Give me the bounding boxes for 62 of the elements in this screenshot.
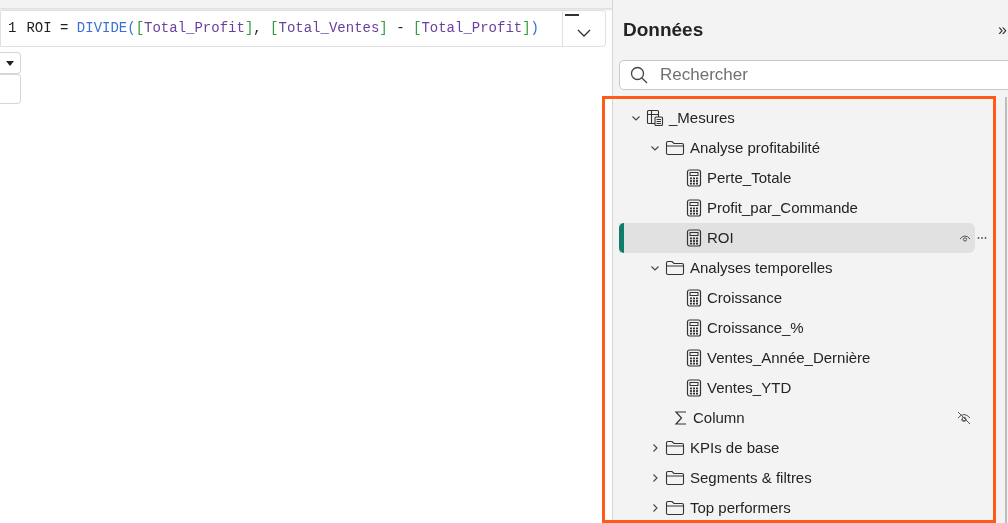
tree-item[interactable]: Ventes_Année_Dernière <box>619 343 975 373</box>
eye-off-icon[interactable] <box>956 411 972 425</box>
scrollbar[interactable] <box>1005 97 1007 523</box>
chevron-icon[interactable] <box>650 443 660 453</box>
calculator-icon <box>686 289 702 307</box>
item-label: Profit_par_Commande <box>707 197 858 218</box>
eye-icon[interactable] <box>959 233 971 243</box>
folder-icon <box>665 470 685 486</box>
tree-item[interactable]: Profit_par_Commande <box>619 193 975 223</box>
item-label: Ventes_YTD <box>707 377 792 398</box>
chevron-icon[interactable] <box>650 143 660 153</box>
folder-icon <box>665 500 685 516</box>
tree-item[interactable]: Column <box>619 403 975 433</box>
tree-item[interactable]: KPIs de base <box>619 433 975 463</box>
calculator-icon <box>686 229 702 247</box>
more-icon[interactable] <box>977 236 987 240</box>
dropdown-button[interactable] <box>0 52 21 74</box>
tree-item[interactable]: Segments & filtres <box>619 463 975 493</box>
chevron-icon[interactable] <box>650 473 660 483</box>
folder-icon <box>665 260 685 276</box>
chevron-icon[interactable] <box>631 113 641 123</box>
tree-item[interactable]: Croissance <box>619 283 975 313</box>
table-calculator-icon <box>646 109 664 127</box>
tree-item[interactable]: Analyse profitabilité <box>619 133 975 163</box>
chevron-down-icon <box>577 28 591 37</box>
sigma-icon <box>674 410 688 426</box>
line-number: 1 <box>8 19 17 38</box>
calculator-icon <box>686 319 702 337</box>
tree-item[interactable]: Top performers <box>619 493 975 523</box>
chevron-icon[interactable] <box>650 503 660 513</box>
item-label: Segments & filtres <box>690 467 812 488</box>
input-box[interactable] <box>0 74 21 104</box>
calculator-icon <box>686 199 702 217</box>
item-label: Analyse profitabilité <box>690 137 821 158</box>
calculator-icon <box>686 349 702 367</box>
item-label: ROI <box>707 227 734 248</box>
collapse-pane-button[interactable]: » <box>998 18 1008 42</box>
tree-item[interactable]: _Mesures <box>619 103 975 133</box>
item-label: _Mesures <box>669 107 735 128</box>
item-label: Croissance <box>707 287 783 308</box>
calculator-icon <box>686 169 702 187</box>
search-icon <box>630 66 648 84</box>
item-label: Croissance_% <box>707 317 804 338</box>
tree-item[interactable]: Ventes_YTD <box>619 373 975 403</box>
formula-code: ROI = DIVIDE([Total_Profit], [Total_Ventes] - [Total_Profit]) <box>26 19 539 38</box>
chevron-icon[interactable] <box>650 263 660 273</box>
item-label: Analyses temporelles <box>690 257 833 278</box>
item-label: Column <box>693 407 745 428</box>
caret-down-icon <box>6 60 14 66</box>
pane-title: Données <box>623 17 704 42</box>
item-label: KPIs de base <box>690 437 780 458</box>
item-label: Perte_Totale <box>707 167 792 188</box>
item-label: Top performers <box>690 497 791 518</box>
search-field[interactable]: Rechercher <box>619 60 1008 90</box>
tree-item[interactable]: Croissance_% <box>619 313 975 343</box>
calculator-icon <box>686 379 702 397</box>
selection-indicator <box>619 223 624 253</box>
folder-icon <box>665 440 685 456</box>
tree-item[interactable]: Perte_Totale <box>619 163 975 193</box>
item-label: Ventes_Année_Dernière <box>707 347 871 368</box>
tree-item[interactable]: Analyses temporelles <box>619 253 975 283</box>
folder-icon <box>665 140 685 156</box>
